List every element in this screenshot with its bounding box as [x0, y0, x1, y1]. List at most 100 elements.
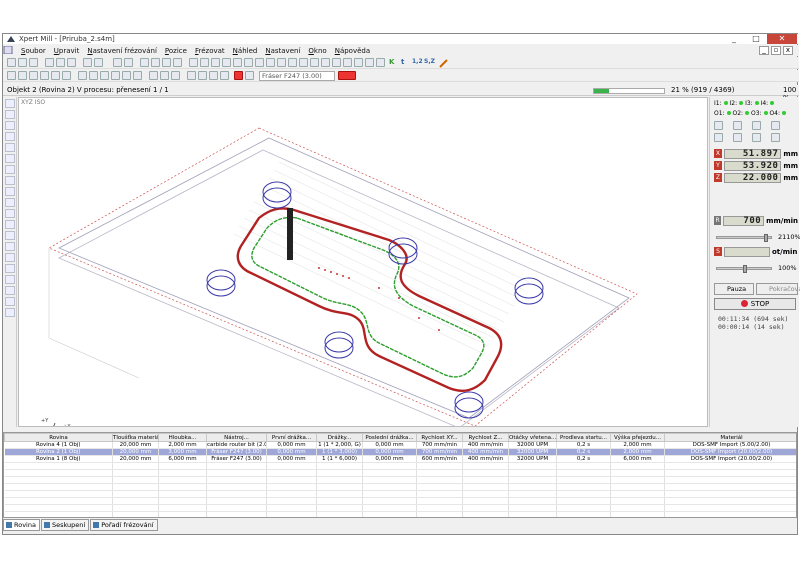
feed-override-slider[interactable]	[716, 234, 772, 242]
column-header[interactable]: Tloušťka materiálu...	[112, 433, 159, 442]
measure-icon[interactable]	[332, 58, 341, 67]
pause-button[interactable]: Pauza	[714, 283, 754, 295]
t-button[interactable]: t	[401, 58, 404, 66]
resume-button[interactable]: Pokračovat	[756, 283, 800, 295]
menu-nastaveni-frezovani[interactable]: Nastavení frézování	[83, 47, 161, 55]
grid-tool-icon[interactable]	[5, 253, 15, 262]
column-header[interactable]: Materiál	[664, 433, 796, 442]
select-tool-icon[interactable]	[5, 99, 15, 108]
settings-icon[interactable]	[376, 58, 385, 67]
align-right-icon[interactable]	[29, 71, 38, 80]
maximize-button[interactable]: □	[745, 34, 767, 44]
redo-icon[interactable]	[94, 58, 103, 67]
layer-down-icon[interactable]	[198, 71, 207, 80]
select-all-icon[interactable]	[354, 58, 363, 67]
menu-nastaveni[interactable]: Nastavení	[261, 47, 304, 55]
curve-tool-icon[interactable]	[5, 176, 15, 185]
tool-icon[interactable]	[162, 58, 171, 67]
table-row[interactable]: Rovina 4 (1 Obj) 20,000 mm 2,000 mm carbide…	[4, 441, 796, 449]
column-header[interactable]: Prodleva startu...	[556, 433, 611, 442]
menu-nahled[interactable]: Náhled	[229, 47, 262, 55]
zero-z-icon[interactable]	[752, 133, 761, 142]
menu-napoveda[interactable]: Nápověda	[331, 47, 374, 55]
star-tool-icon[interactable]	[5, 220, 15, 229]
save-icon[interactable]	[29, 58, 38, 67]
column-header[interactable]: Poslední drážka...	[362, 433, 417, 442]
column-header[interactable]: Drážky...	[316, 433, 363, 442]
mirror-icon[interactable]	[100, 71, 109, 80]
arrange-icon[interactable]	[149, 71, 158, 80]
menu-pozice[interactable]: Pozice	[161, 47, 191, 55]
copy-array-icon[interactable]	[160, 71, 169, 80]
column-header[interactable]: První drážka...	[266, 433, 317, 442]
zoom-out-icon[interactable]	[200, 58, 209, 67]
table-row[interactable]: Rovina 1 (8 Obj) 20,000 mm 6,000 mm Fráser …	[4, 455, 796, 463]
print-icon[interactable]	[124, 58, 133, 67]
view-front-icon[interactable]	[255, 58, 264, 67]
rectangle-tool-icon[interactable]	[5, 121, 15, 130]
record-icon[interactable]	[234, 71, 243, 80]
zoom-window-icon[interactable]	[211, 58, 220, 67]
ruler-icon[interactable]	[173, 58, 182, 67]
ellipse-tool-icon[interactable]	[5, 132, 15, 141]
home-z-icon[interactable]	[752, 121, 761, 130]
sz-button[interactable]: S,Z	[424, 58, 435, 65]
add-icon[interactable]	[171, 71, 180, 80]
close-button[interactable]: ✕	[767, 34, 797, 44]
table-row[interactable]: Rovina 2 (1 Obj) 20,000 mm 3,000 mm Fráser …	[4, 448, 796, 456]
mdi-close-button[interactable]: x	[783, 46, 793, 55]
paste-icon[interactable]	[67, 58, 76, 67]
pan-icon[interactable]	[321, 58, 330, 67]
zero-all-icon[interactable]	[771, 133, 780, 142]
align-bottom-icon[interactable]	[62, 71, 71, 80]
wireframe-icon[interactable]	[299, 58, 308, 67]
ungroup-icon[interactable]	[89, 71, 98, 80]
layers-icon[interactable]	[151, 58, 160, 67]
rotate-icon[interactable]	[310, 58, 319, 67]
column-header[interactable]: Rychlost XY...	[416, 433, 463, 442]
tool-select-icon[interactable]	[245, 71, 254, 80]
menu-upravit[interactable]: Upravit	[50, 47, 84, 55]
spindle-override-slider[interactable]	[716, 265, 772, 273]
simulate-icon[interactable]	[343, 58, 352, 67]
column-header[interactable]: Nástroj...	[206, 433, 267, 442]
bitmap-tool-icon[interactable]	[5, 275, 15, 284]
view-iso-icon[interactable]	[277, 58, 286, 67]
menu-okno[interactable]: Okno	[304, 47, 330, 55]
menu-frezovat[interactable]: Frézovat	[191, 47, 229, 55]
zoom-fit-icon[interactable]	[233, 58, 242, 67]
home-all-icon[interactable]	[771, 121, 780, 130]
coord-12-button[interactable]: 1,2	[412, 58, 423, 65]
align-top-icon[interactable]	[40, 71, 49, 80]
group-icon[interactable]	[78, 71, 87, 80]
undo-icon[interactable]	[83, 58, 92, 67]
rotate-object-icon[interactable]	[111, 71, 120, 80]
line-tool-icon[interactable]	[5, 154, 15, 163]
tool-combo[interactable]: Fráser F247 (3.00)	[259, 71, 335, 81]
zoom-all-icon[interactable]	[222, 58, 231, 67]
bezier-tool-icon[interactable]	[5, 187, 15, 196]
print-preview-icon[interactable]	[113, 58, 122, 67]
pan-tool-icon[interactable]	[5, 308, 15, 317]
node-tool-icon[interactable]	[5, 110, 15, 119]
cut-icon[interactable]	[45, 58, 54, 67]
edit-icon[interactable]	[365, 58, 374, 67]
polygon-tool-icon[interactable]	[5, 143, 15, 152]
zero-y-icon[interactable]	[733, 133, 742, 142]
new-icon[interactable]	[7, 58, 16, 67]
drill-tool-icon[interactable]	[5, 231, 15, 240]
hatch-tool-icon[interactable]	[5, 264, 15, 273]
spiral-tool-icon[interactable]	[5, 209, 15, 218]
view-top-icon[interactable]	[244, 58, 253, 67]
copy-icon[interactable]	[56, 58, 65, 67]
color-combo[interactable]	[338, 71, 356, 80]
align-middle-icon[interactable]	[51, 71, 60, 80]
zoom-tool-icon[interactable]	[5, 297, 15, 306]
menu-soubor[interactable]: Soubor	[17, 47, 50, 55]
view-side-icon[interactable]	[266, 58, 275, 67]
shaded-view-icon[interactable]	[288, 58, 297, 67]
column-header[interactable]: Výška přejezdu...	[610, 433, 665, 442]
k-button[interactable]: K	[389, 58, 394, 66]
pencil-icon[interactable]	[439, 58, 449, 68]
arc-tool-icon[interactable]	[5, 198, 15, 207]
